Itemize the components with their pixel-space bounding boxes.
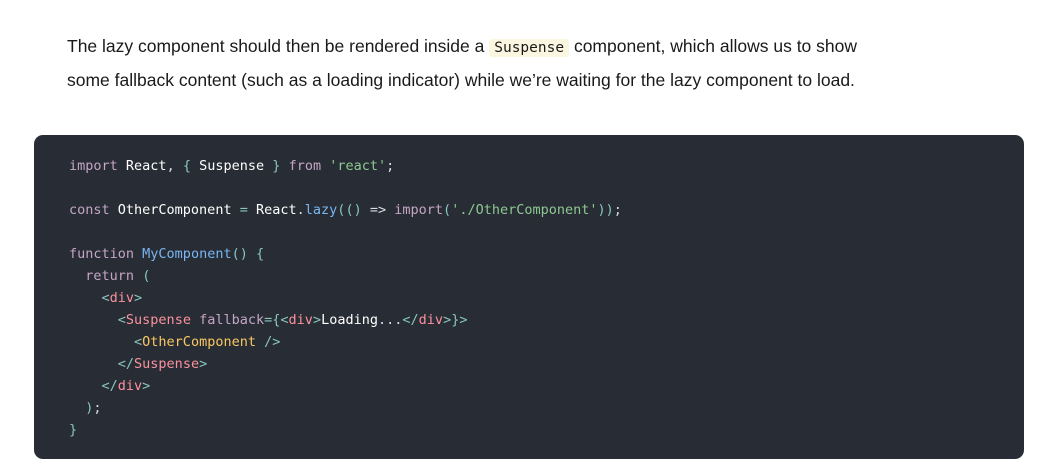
code-line: </Suspense> [117,356,208,372]
code-line: ); [85,400,102,416]
code-line: return ( [85,268,151,284]
paragraph-text-before: The lazy component should then be render… [67,35,490,56]
code-block[interactable]: import React, { Suspense } from 'react';… [34,135,1024,459]
code-line: <OtherComponent /> [134,334,281,350]
inline-code-suspense: Suspense [489,38,570,57]
code-line: <Suspense fallback={<div>Loading...</div… [117,312,468,328]
code-content[interactable]: import React, { Suspense } from 'react';… [69,155,989,441]
body-paragraph: The lazy component should then be render… [67,30,867,97]
code-line: <div> [101,290,143,306]
code-line: function MyComponent() { [69,246,265,262]
code-line: const OtherComponent = React.lazy(() => … [69,202,622,218]
code-lines: import React, { Suspense } from 'react';… [69,155,989,441]
code-line: </div> [101,378,151,394]
code-line: import React, { Suspense } from 'react'; [69,158,395,174]
code-line: } [69,422,78,438]
